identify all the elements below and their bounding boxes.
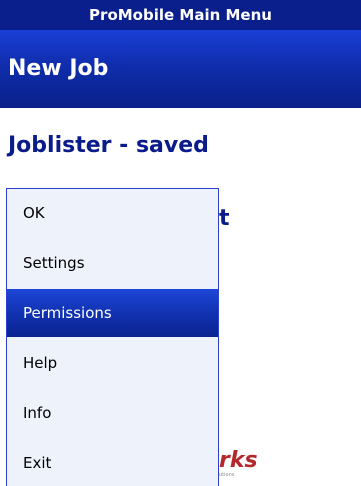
app-title: ProMobile Main Menu bbox=[89, 6, 272, 24]
page-title: New Job bbox=[8, 56, 109, 81]
menu-item-exit[interactable]: Exit bbox=[7, 439, 218, 486]
screen: ProMobile Main Menu New Job Joblister - … bbox=[0, 0, 361, 486]
app-title-bar: ProMobile Main Menu bbox=[0, 0, 361, 30]
status-heading: Joblister - saved bbox=[8, 133, 209, 158]
menu-item-help[interactable]: Help bbox=[7, 339, 218, 387]
context-menu: OK Settings Permissions Help Info Exit bbox=[6, 188, 219, 486]
company-logo-fragment: rks bbox=[219, 448, 258, 473]
menu-item-info[interactable]: Info bbox=[7, 389, 218, 437]
menu-item-permissions[interactable]: Permissions bbox=[7, 289, 218, 337]
menu-item-ok[interactable]: OK bbox=[7, 189, 218, 237]
page-header: New Job bbox=[0, 30, 361, 108]
obscured-heading-fragment: t bbox=[219, 206, 230, 231]
menu-item-settings[interactable]: Settings bbox=[7, 239, 218, 287]
company-logo-tagline-fragment: utions bbox=[219, 472, 235, 478]
